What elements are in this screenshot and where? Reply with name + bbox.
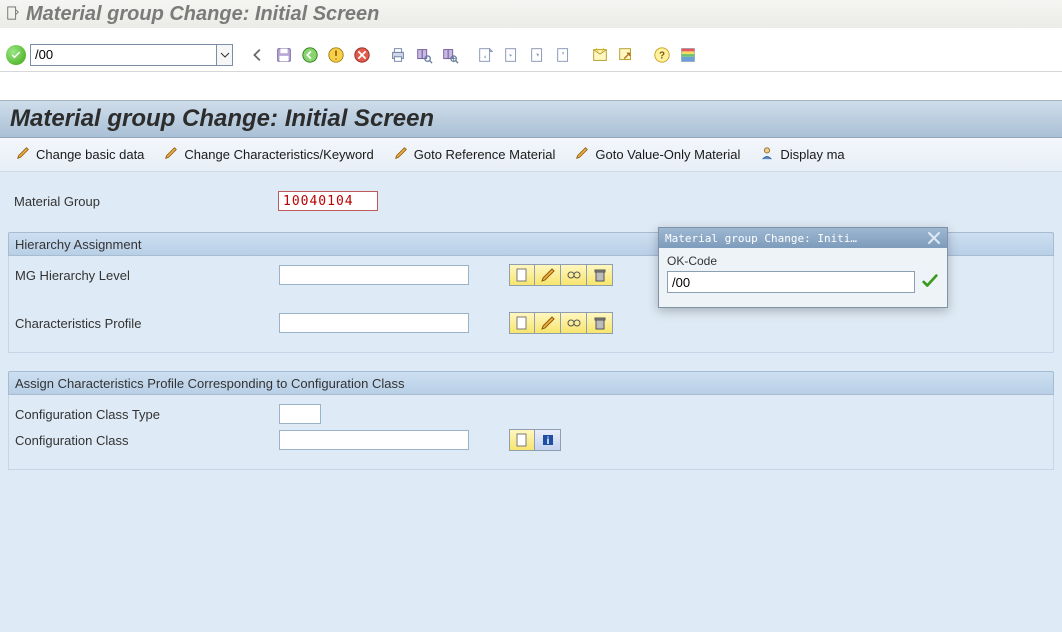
assign-section-body: Configuration Class Type Configuration C…: [8, 395, 1054, 470]
pencil-icon: [164, 146, 178, 163]
prev-page-icon[interactable]: [501, 44, 523, 66]
menu-indicator-icon: [6, 3, 26, 26]
display-icon[interactable]: [561, 312, 587, 334]
delete-icon[interactable]: [587, 264, 613, 286]
save-icon[interactable]: [273, 44, 295, 66]
exit-icon[interactable]: [325, 44, 347, 66]
next-page-icon[interactable]: [527, 44, 549, 66]
char-profile-input[interactable]: [279, 313, 469, 333]
popup-titlebar: Material group Change: Initi…: [659, 228, 947, 248]
config-class-label: Configuration Class: [9, 433, 279, 448]
person-icon: [760, 146, 774, 163]
change-char-keyword-button[interactable]: Change Characteristics/Keyword: [154, 143, 383, 166]
pencil-icon: [16, 146, 30, 163]
display-ma-label: Display ma: [780, 147, 844, 162]
material-group-input[interactable]: [278, 191, 378, 211]
config-class-type-label: Configuration Class Type: [9, 407, 279, 422]
command-field[interactable]: [31, 45, 216, 65]
goto-ref-material-label: Goto Reference Material: [414, 147, 556, 162]
config-class-type-input[interactable]: [279, 404, 321, 424]
goto-ref-material-button[interactable]: Goto Reference Material: [384, 143, 566, 166]
ok-code-popup: Material group Change: Initi… OK-Code: [658, 227, 948, 308]
back-green-icon[interactable]: [299, 44, 321, 66]
print-icon[interactable]: [387, 44, 409, 66]
change-icon[interactable]: [535, 312, 561, 334]
svg-text:i: i: [546, 436, 549, 447]
cancel-icon[interactable]: [351, 44, 373, 66]
change-basic-data-label: Change basic data: [36, 147, 144, 162]
ok-code-label: OK-Code: [667, 254, 939, 271]
page-title: Material group Change: Initial Screen: [10, 105, 434, 133]
last-page-icon[interactable]: [553, 44, 575, 66]
display-ma-button[interactable]: Display ma: [750, 143, 854, 166]
create-icon[interactable]: [509, 264, 535, 286]
page-title-band: Material group Change: Initial Screen: [0, 100, 1062, 138]
goto-value-only-label: Goto Value-Only Material: [595, 147, 740, 162]
popup-title-text: Material group Change: Initi…: [665, 232, 857, 245]
mg-hierarchy-label: MG Hierarchy Level: [9, 268, 279, 283]
back-icon[interactable]: [247, 44, 269, 66]
change-basic-data-button[interactable]: Change basic data: [6, 143, 154, 166]
hierarchy-section-title: Hierarchy Assignment: [15, 237, 141, 252]
change-char-keyword-label: Change Characteristics/Keyword: [184, 147, 373, 162]
find-icon[interactable]: [413, 44, 435, 66]
assign-section-header: Assign Characteristics Profile Correspon…: [8, 371, 1054, 395]
assign-section-title: Assign Characteristics Profile Correspon…: [15, 376, 404, 391]
help-icon[interactable]: ?: [651, 44, 673, 66]
application-toolbar: Change basic data Change Characteristics…: [0, 138, 1062, 172]
new-session-icon[interactable]: [589, 44, 611, 66]
mg-hierarchy-input[interactable]: [279, 265, 469, 285]
find-next-icon[interactable]: [439, 44, 461, 66]
goto-value-only-button[interactable]: Goto Value-Only Material: [565, 143, 750, 166]
material-group-label: Material Group: [8, 194, 278, 209]
shortcut-icon[interactable]: [615, 44, 637, 66]
close-icon[interactable]: [927, 231, 941, 245]
window-titlebar: Material group Change: Initial Screen: [0, 0, 1062, 28]
create-icon[interactable]: [509, 312, 535, 334]
window-title-text: Material group Change: Initial Screen: [26, 3, 379, 26]
ok-code-input[interactable]: [667, 271, 915, 293]
info-icon[interactable]: i: [535, 429, 561, 451]
command-field-wrap: [30, 44, 233, 66]
first-page-icon[interactable]: [475, 44, 497, 66]
continue-icon[interactable]: [921, 272, 939, 293]
create-icon[interactable]: [509, 429, 535, 451]
config-class-input[interactable]: [279, 430, 469, 450]
display-icon[interactable]: [561, 264, 587, 286]
char-profile-label: Characteristics Profile: [9, 316, 279, 331]
delete-icon[interactable]: [587, 312, 613, 334]
pencil-icon: [394, 146, 408, 163]
enter-button[interactable]: [6, 45, 26, 65]
command-history-dropdown[interactable]: [216, 45, 232, 65]
svg-text:?: ?: [659, 50, 665, 61]
layout-icon[interactable]: [677, 44, 699, 66]
change-icon[interactable]: [535, 264, 561, 286]
system-toolbar: ?: [0, 38, 1062, 72]
pencil-icon: [575, 146, 589, 163]
